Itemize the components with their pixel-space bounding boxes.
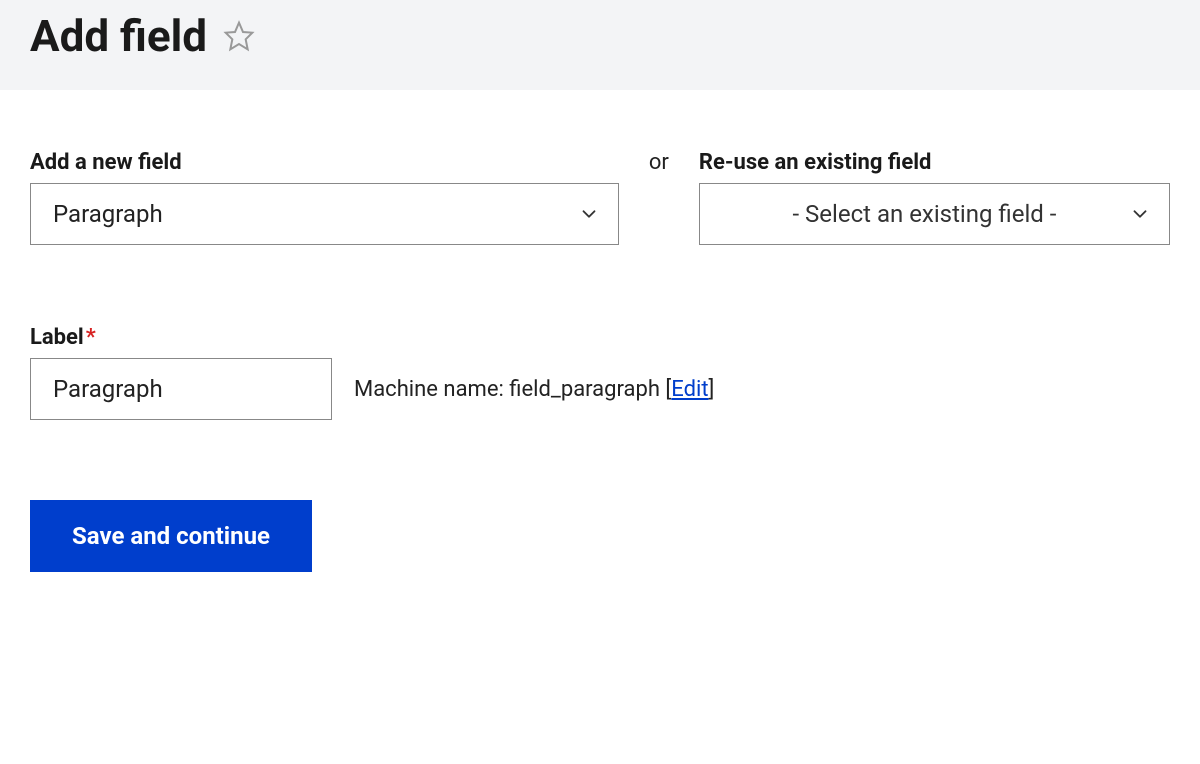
page-header: Add field (0, 0, 1200, 90)
header-title-row: Add field (30, 10, 1170, 62)
machine-name-display: Machine name: field_paragraph [Edit] (354, 377, 714, 402)
new-field-select[interactable]: Paragraph (30, 183, 619, 245)
label-input[interactable] (30, 358, 332, 420)
existing-field-select[interactable]: - Select an existing field - (699, 183, 1170, 245)
label-section: Label* Machine name: field_paragraph [Ed… (30, 325, 1170, 420)
new-field-group: Add a new field Paragraph (30, 150, 619, 245)
content-area: Add a new field Paragraph or Re-use an e… (0, 90, 1200, 602)
machine-name-edit-link[interactable]: Edit (671, 377, 708, 402)
existing-field-placeholder: - Select an existing field - (792, 200, 1056, 228)
label-field-label: Label* (30, 325, 1170, 350)
label-text: Label (30, 325, 84, 350)
chevron-down-icon (1129, 203, 1151, 225)
page-title: Add field (30, 10, 207, 62)
existing-field-label: Re-use an existing field (699, 150, 1170, 175)
new-field-label: Add a new field (30, 150, 619, 175)
field-selection-row: Add a new field Paragraph or Re-use an e… (30, 150, 1170, 245)
save-and-continue-button[interactable]: Save and continue (30, 500, 312, 572)
machine-name-value: field_paragraph (509, 377, 660, 402)
chevron-down-icon (578, 203, 600, 225)
star-icon[interactable] (223, 20, 255, 52)
machine-name-prefix: Machine name: (354, 377, 509, 402)
existing-field-group: Re-use an existing field - Select an exi… (699, 150, 1170, 245)
button-row: Save and continue (30, 500, 1170, 572)
label-input-row: Machine name: field_paragraph [Edit] (30, 358, 1170, 420)
or-separator: or (649, 150, 669, 175)
new-field-selected-value: Paragraph (53, 200, 163, 228)
required-indicator: * (86, 325, 96, 350)
